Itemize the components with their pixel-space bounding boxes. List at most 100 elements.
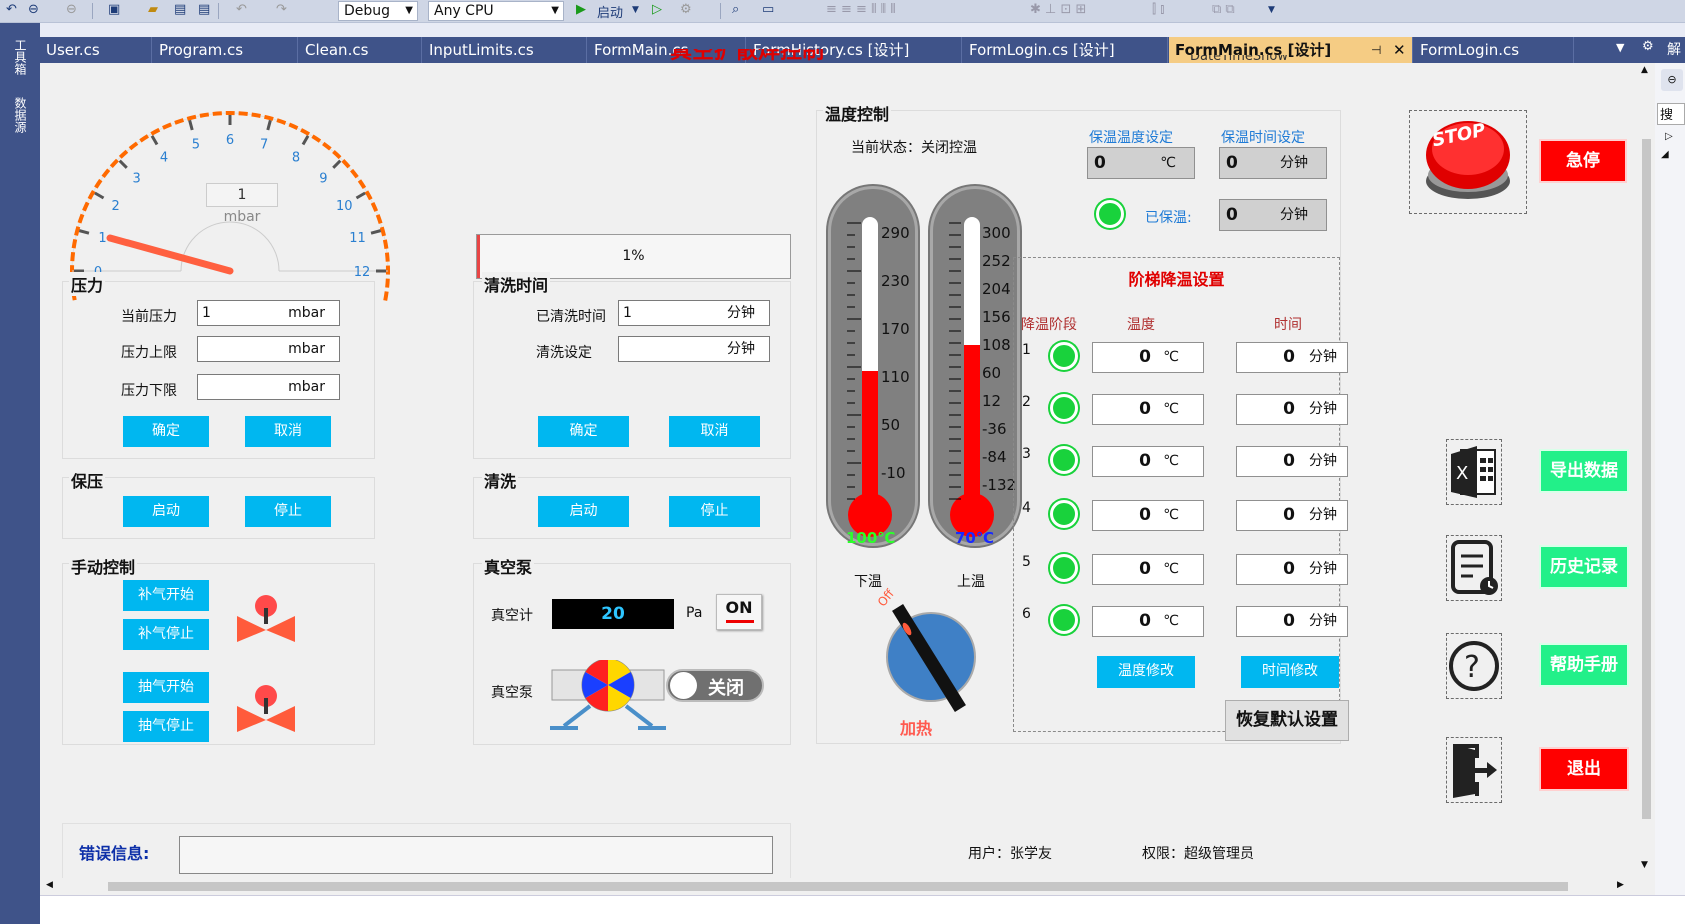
- save-icon[interactable]: ▤: [174, 2, 186, 19]
- scroll-left-icon[interactable]: ◀: [46, 880, 53, 890]
- heating-knob[interactable]: [869, 591, 979, 719]
- gauge-tick-label: 3: [133, 172, 141, 187]
- find-icon[interactable]: ⌕: [732, 2, 739, 19]
- pressure-cancel-button[interactable]: 取消: [245, 416, 331, 447]
- excel-icon[interactable]: X: [1446, 439, 1502, 505]
- history-icon[interactable]: [1446, 535, 1502, 601]
- back-icon[interactable]: ⊖: [1661, 69, 1683, 91]
- size-icon[interactable]: ✱ ⊥ ⊡ ⊞: [1030, 2, 1086, 19]
- hold-stop-button[interactable]: 停止: [245, 496, 331, 527]
- pressure-lower-field[interactable]: mbar: [197, 374, 340, 400]
- hold-start-button[interactable]: 启动: [123, 496, 209, 527]
- clean-ok-button[interactable]: 确定: [538, 416, 629, 447]
- pump-stop-button[interactable]: 抽气停止: [123, 711, 209, 742]
- step-time-field[interactable]: 0 分钟: [1236, 554, 1348, 585]
- hold-time-field[interactable]: 0 分钟: [1219, 147, 1327, 179]
- vacuum-toggle[interactable]: 关闭: [666, 669, 764, 702]
- help-icon[interactable]: ?: [1446, 633, 1502, 699]
- export-data-button[interactable]: 导出数据: [1539, 449, 1629, 493]
- clean-cancel-button[interactable]: 取消: [669, 416, 760, 447]
- exit-button[interactable]: 退出: [1539, 747, 1629, 791]
- gear-icon[interactable]: ⚙: [1642, 39, 1654, 54]
- tab-program-cs[interactable]: Program.cs: [153, 37, 298, 63]
- step-time-field[interactable]: 0 分钟: [1236, 606, 1348, 637]
- temp-modify-button[interactable]: 温度修改: [1097, 656, 1195, 688]
- close-icon[interactable]: ✕: [1393, 37, 1406, 63]
- nav-back-icon[interactable]: ⊖: [28, 2, 39, 19]
- clean-set-field[interactable]: 分钟: [618, 336, 770, 362]
- step-temp-value: 0: [1139, 559, 1151, 579]
- step-temp-field[interactable]: 0 ℃: [1092, 342, 1204, 373]
- hold-temp-field[interactable]: 0 ℃: [1087, 147, 1195, 179]
- scroll-right-icon[interactable]: ▶: [1617, 880, 1624, 890]
- exit-icon[interactable]: [1446, 737, 1502, 803]
- scroll-thumb[interactable]: [108, 882, 1568, 891]
- save-all-icon[interactable]: ▤: [198, 2, 210, 19]
- unit-label: 分钟: [1309, 561, 1337, 577]
- datasource-tab[interactable]: 数据源: [12, 97, 29, 133]
- platform-combo[interactable]: Any CPU ▼: [428, 1, 564, 21]
- error-message-field[interactable]: [179, 836, 773, 874]
- step-temp-field[interactable]: 0 ℃: [1092, 606, 1204, 637]
- config-combo[interactable]: Debug ▼: [338, 1, 418, 21]
- vacuum-on-button[interactable]: ON: [716, 594, 762, 630]
- search-box[interactable]: 搜: [1657, 103, 1685, 125]
- toolbox-tab[interactable]: 工具箱: [12, 39, 29, 75]
- emergency-stop-button[interactable]: 急停: [1539, 139, 1627, 183]
- start-button[interactable]: 启动: [597, 2, 623, 21]
- start-without-debug-icon[interactable]: ▷: [652, 2, 662, 19]
- undo-icon[interactable]: ↶: [236, 2, 247, 19]
- tab-formlogin-design[interactable]: FormLogin.cs [设计]: [963, 37, 1168, 63]
- redo-icon[interactable]: ↷: [276, 2, 287, 19]
- pin-icon[interactable]: ⊣: [1371, 37, 1381, 63]
- tab-dropdown-icon[interactable]: ▼: [1616, 41, 1624, 54]
- step-temp-field[interactable]: 0 ℃: [1092, 554, 1204, 585]
- chevron-down-icon[interactable]: ▼: [1268, 5, 1275, 22]
- clean-stop-button[interactable]: 停止: [669, 496, 760, 527]
- nav-forward-icon[interactable]: ⊖: [66, 2, 77, 19]
- expander-icon[interactable]: ◢: [1661, 149, 1669, 160]
- clean-start-button[interactable]: 启动: [538, 496, 629, 527]
- scroll-thumb[interactable]: [1642, 139, 1651, 819]
- current-pressure-field[interactable]: 1 mbar: [197, 300, 340, 326]
- open-folder-icon[interactable]: ▰: [148, 2, 158, 19]
- fill-start-button[interactable]: 补气开始: [123, 580, 209, 611]
- step-time-field[interactable]: 0 分钟: [1236, 394, 1348, 425]
- vertical-scrollbar[interactable]: ▲ ▼: [1638, 63, 1655, 878]
- layout-icon[interactable]: ▭: [762, 2, 774, 19]
- restore-defaults-button[interactable]: 恢复默认设置: [1225, 700, 1349, 741]
- scroll-up-icon[interactable]: ▲: [1641, 65, 1648, 75]
- tab-user-cs[interactable]: User.cs: [40, 37, 152, 63]
- tab-formlogin-cs[interactable]: FormLogin.cs: [1414, 37, 1574, 63]
- new-project-icon[interactable]: ▣: [108, 2, 120, 19]
- scroll-down-icon[interactable]: ▼: [1641, 860, 1648, 870]
- spacing-icon[interactable]: ⫿ ⫾: [1152, 2, 1164, 19]
- upper-tick: 300: [982, 224, 1011, 242]
- stop-sign[interactable]: STOP: [1409, 110, 1527, 214]
- time-modify-button[interactable]: 时间修改: [1241, 656, 1339, 688]
- history-button[interactable]: 历史记录: [1539, 545, 1629, 589]
- step-time-field[interactable]: 0 分钟: [1236, 446, 1348, 477]
- step-temp-field[interactable]: 0 ℃: [1092, 500, 1204, 531]
- tab-clean-cs[interactable]: Clean.cs: [299, 37, 422, 63]
- pressure-upper-field[interactable]: mbar: [197, 336, 340, 362]
- tab-label: InputLimits.cs: [429, 41, 534, 59]
- order-icon[interactable]: ⧉ ⧉: [1212, 2, 1235, 19]
- play-icon[interactable]: ▶: [576, 2, 586, 19]
- chevron-down-icon[interactable]: ▼: [632, 5, 639, 22]
- step-temp-field[interactable]: 0 ℃: [1092, 446, 1204, 477]
- attach-icon[interactable]: ⚙: [680, 2, 692, 19]
- step-time-field[interactable]: 0 分钟: [1236, 342, 1348, 373]
- help-manual-button[interactable]: 帮助手册: [1539, 643, 1629, 687]
- back-icon[interactable]: ↶: [6, 2, 17, 19]
- fill-stop-button[interactable]: 补气停止: [123, 619, 209, 650]
- pressure-ok-button[interactable]: 确定: [123, 416, 209, 447]
- pump-start-button[interactable]: 抽气开始: [123, 672, 209, 703]
- step-temp-field[interactable]: 0 ℃: [1092, 394, 1204, 425]
- step-time-field[interactable]: 0 分钟: [1236, 500, 1348, 531]
- tab-inputlimits-cs[interactable]: InputLimits.cs: [423, 37, 587, 63]
- align-icon[interactable]: ≡ ≡ ≡ ⫴ ⫴ ⫴: [826, 2, 896, 19]
- horizontal-scrollbar[interactable]: ◀ ▶: [40, 878, 1655, 895]
- expander-icon[interactable]: ▷: [1665, 131, 1673, 142]
- elapsed-field[interactable]: 1 分钟: [618, 300, 770, 326]
